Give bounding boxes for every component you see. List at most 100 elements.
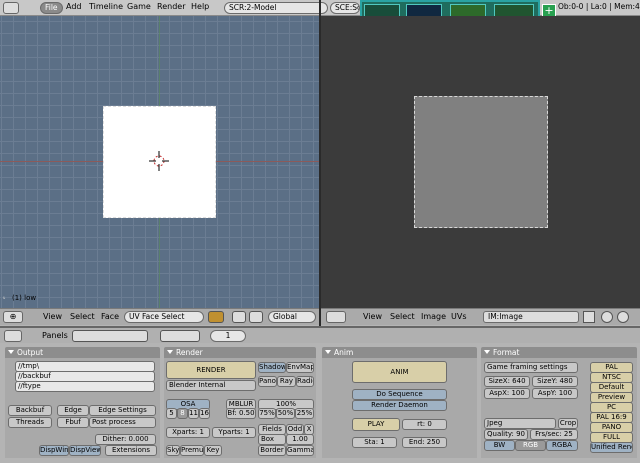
envmap-toggle[interactable]: EnvMap [286,362,314,373]
window-type-icon[interactable] [3,2,19,14]
key-toggle[interactable]: Key [204,445,222,456]
panels-menu[interactable]: Panels [42,331,68,340]
osa-11[interactable]: 11 [188,408,199,419]
area-divider[interactable] [319,0,321,326]
buttons-header: Panels 1 [0,326,640,343]
size-50[interactable]: 50% [276,408,295,419]
output-path-ftype[interactable]: //ftype [15,381,155,392]
shading-icon[interactable] [208,311,224,323]
osa-8[interactable]: 8 [177,408,188,419]
sizey-field[interactable]: SizeY: 480 [532,376,578,387]
render-context-icons[interactable] [160,330,200,342]
menu-timeline[interactable]: Timeline [89,2,123,11]
viewport-status: (1) low [12,294,37,302]
osa-16[interactable]: 16 [199,408,210,419]
file-format-select[interactable]: Jpeg [484,418,556,429]
backbuf-toggle[interactable]: Backbuf [8,405,52,416]
frame-field[interactable]: 1 [210,330,246,342]
start-frame-field[interactable]: Sta: 1 [352,437,397,448]
game-framing-button[interactable]: Game framing settings [484,362,578,373]
uv-menu-select[interactable]: Select [390,312,415,321]
mode-selector[interactable]: UV Face Select [124,311,204,323]
extensions-button[interactable]: Extensions [105,445,157,456]
image-name-field[interactable]: IM:Image [483,311,579,323]
uv-menu-image[interactable]: Image [421,312,446,321]
yparts-field[interactable]: Yparts: 1 [212,427,256,438]
uv-image-plane[interactable] [414,96,548,228]
edge-settings-button[interactable]: Edge Settings [89,405,156,416]
dispview-button[interactable]: DispView [69,445,101,456]
view3d-viewport[interactable]: ⸤ (1) low [0,16,319,308]
menu-game[interactable]: Game [127,2,151,11]
threads-toggle[interactable]: Threads [8,417,52,428]
ray-toggle[interactable]: Ray [277,376,296,387]
anim-button[interactable]: ANIM [352,361,447,383]
output-panel-title[interactable]: Output [5,347,160,358]
context-icons[interactable] [72,330,148,342]
output-panel: //tmp\ //backbuf //ftype Backbuf Edge Ed… [5,358,160,458]
pin-icon[interactable] [601,311,613,323]
size-75[interactable]: 75% [258,408,276,419]
crop-toggle[interactable]: Crop [558,418,578,429]
gamma-toggle[interactable]: Gamma [286,445,314,456]
uv-menu-view[interactable]: View [363,312,382,321]
pivot-icon[interactable] [232,311,246,323]
aspy-field[interactable]: AspY: 100 [532,388,578,399]
menu-add[interactable]: Add [66,2,82,11]
menu-select[interactable]: Select [70,312,95,321]
edge-toggle[interactable]: Edge [57,405,89,416]
rgba-toggle[interactable]: RGBA [546,440,578,451]
lock-icon[interactable] [617,311,629,323]
screen-selector[interactable]: SCR:2-Model [224,2,328,14]
menu-face[interactable]: Face [101,312,119,321]
fbuf-toggle[interactable]: Fbuf [57,417,89,428]
rgb-toggle[interactable]: RGB [515,440,546,451]
post-process-select[interactable]: Post process [89,417,156,428]
menu-render[interactable]: Render [157,2,185,11]
play-button[interactable]: PLAY [352,418,400,431]
fps-field[interactable]: Frs/sec: 25 [530,429,578,440]
radio-toggle[interactable]: Radio [296,376,314,387]
border-toggle[interactable]: Border [258,445,286,456]
dispwin-button[interactable]: DispWin [39,445,69,456]
aspx-field[interactable]: AspX: 100 [484,388,530,399]
menu-help[interactable]: Help [191,2,209,11]
size-25[interactable]: 25% [295,408,314,419]
buttons-type-icon[interactable] [4,330,22,342]
dither-field[interactable]: Dither: 0.000 [95,434,156,445]
do-sequence-toggle[interactable]: Do Sequence [352,389,447,400]
sizex-field[interactable]: SizeX: 640 [484,376,530,387]
osa-5[interactable]: 5 [166,408,177,419]
uv-menu-uvs[interactable]: UVs [451,312,467,321]
anim-panel-title[interactable]: Anim [322,347,477,358]
premul-toggle[interactable]: Premul [180,445,204,456]
filter-select[interactable]: Box [258,434,286,445]
sky-toggle[interactable]: Sky [166,445,180,456]
render-button[interactable]: RENDER [166,361,256,379]
rt-field[interactable]: rt: 0 [402,419,447,430]
format-panel-title[interactable]: Format [481,347,637,358]
quality-field[interactable]: Quality: 90 [484,429,528,440]
image-browse-icon[interactable] [583,311,595,323]
render-daemon-toggle[interactable]: Render Daemon [352,400,447,411]
stats-text: Ob:0-0 | La:0 | Mem:4 [558,2,640,11]
shadow-toggle[interactable]: Shadow [258,362,286,373]
menu-view[interactable]: View [43,312,62,321]
uv-image-editor[interactable] [321,16,640,308]
bw-toggle[interactable]: BW [484,440,515,451]
menu-file[interactable]: File [40,2,63,14]
end-frame-field[interactable]: End: 250 [402,437,447,448]
snap-icon[interactable] [249,311,263,323]
unified-render-toggle[interactable]: Unified Render [590,442,633,453]
orientation-selector[interactable]: Global [268,311,316,323]
editor-type-icon[interactable]: ⊕ [3,311,23,323]
pano-toggle[interactable]: Pano [258,376,277,387]
view3d-header: ⊕ View Select Face UV Face Select Global [0,308,319,325]
bf-field[interactable]: Bf: 0.50 [226,408,256,419]
scene-selector[interactable]: SCE:Sc [330,2,360,14]
gauss-field[interactable]: 1.00 [286,434,314,445]
xparts-field[interactable]: Xparts: 1 [166,427,210,438]
renderer-select[interactable]: Blender Internal [166,380,256,391]
render-panel-title[interactable]: Render [164,347,316,358]
editor-type-icon-2[interactable] [326,311,346,323]
